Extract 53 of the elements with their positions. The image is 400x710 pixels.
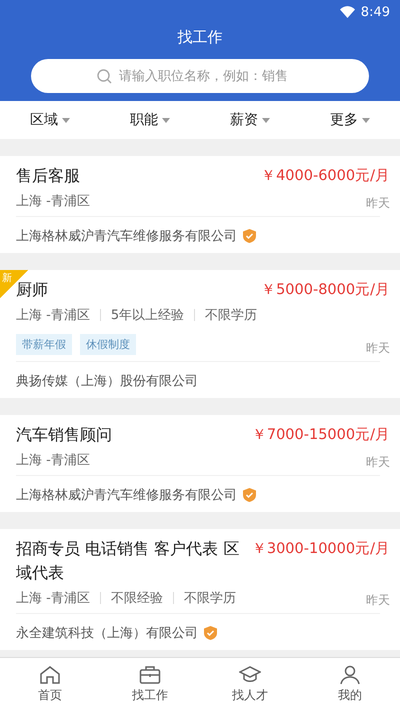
caret-icon — [162, 118, 170, 122]
job-title: 售后客服 — [16, 165, 81, 187]
page-title: 找工作 — [178, 28, 222, 47]
briefcase-icon — [139, 664, 161, 684]
caret-icon — [62, 118, 70, 122]
job-card[interactable]: 新 厨师 ￥5000-8000元/月 上海 -青浦区 5年以上经验 不限学历 带薪年假 休假制度 昨天 典扬传媒（上海）股份有限公司 — [0, 270, 400, 398]
job-requirement: 5年以上经验 — [110, 307, 184, 324]
post-time: 昨天 — [366, 592, 390, 609]
caret-icon — [362, 118, 370, 122]
salary: ￥3000-10000元/月 — [252, 540, 390, 559]
filter-dropdown[interactable]: 区域 — [26, 107, 74, 133]
verified-shield-icon — [243, 229, 256, 243]
company-name: 上海格林威沪青汽车维修服务有限公司 — [16, 228, 237, 245]
job-requirement: 上海 -青浦区 — [16, 307, 90, 324]
filter-dropdown[interactable]: 职能 — [126, 107, 174, 133]
search-field[interactable]: 请输入职位名称，例如：销售 — [31, 59, 369, 93]
filter-dropdown[interactable]: 薪资 — [226, 107, 274, 133]
job-requirement: 不限学历 — [184, 590, 236, 607]
job-title: 汽车销售顾问 — [16, 424, 113, 446]
nav-tab[interactable]: 我的 — [300, 658, 400, 710]
job-title: 招商专员 电话销售 客户代表 区域代表 — [16, 538, 240, 584]
company-name: 典扬传媒（上海）股份有限公司 — [16, 373, 198, 390]
status-time: 8:49 — [360, 4, 390, 20]
post-time: 昨天 — [366, 340, 390, 357]
wifi-icon — [340, 6, 355, 18]
job-requirement: 上海 -青浦区 — [16, 452, 90, 469]
home-icon — [39, 664, 61, 684]
post-time: 昨天 — [366, 454, 390, 471]
job-card[interactable]: 售后客服 ￥4000-6000元/月 上海 -青浦区 昨天 上海格林威沪青汽车维修服务有限公司 — [0, 156, 400, 253]
caret-icon — [262, 118, 270, 122]
nav-tab[interactable]: 首页 — [0, 658, 100, 710]
job-requirement: 上海 -青浦区 — [16, 590, 90, 607]
nav-tab[interactable]: 找人才 — [200, 658, 300, 710]
verified-shield-icon — [204, 626, 217, 640]
post-time: 昨天 — [366, 195, 390, 212]
job-title: 厨师 — [16, 279, 49, 301]
job-card[interactable]: 汽车销售顾问 ￥7000-15000元/月 上海 -青浦区 昨天 上海格林威沪青汽车维修服务有限公司 — [0, 415, 400, 512]
salary: ￥5000-8000元/月 — [261, 281, 390, 300]
filter-dropdown[interactable]: 更多 — [326, 107, 374, 133]
benefit-tag: 休假制度 — [80, 334, 136, 355]
nav-tab[interactable]: 找工作 — [100, 658, 200, 710]
salary: ￥4000-6000元/月 — [261, 167, 390, 186]
salary: ￥7000-15000元/月 — [252, 426, 390, 445]
job-card[interactable]: 招商专员 电话销售 客户代表 区域代表 ￥3000-10000元/月 上海 -青浦区 不限经验 不限学历 昨天 永全建筑科技（上海）有限公司 — [0, 529, 400, 650]
benefit-tag: 带薪年假 — [16, 334, 72, 355]
job-requirement: 不限经验 — [110, 590, 163, 607]
graduation-cap-icon — [239, 664, 261, 684]
job-requirement: 不限学历 — [205, 307, 258, 324]
verified-shield-icon — [243, 488, 256, 502]
job-requirement: 上海 -青浦区 — [16, 193, 90, 210]
company-name: 永全建筑科技（上海）有限公司 — [16, 625, 198, 642]
company-name: 上海格林威沪青汽车维修服务有限公司 — [16, 487, 237, 504]
person-icon — [339, 664, 361, 684]
